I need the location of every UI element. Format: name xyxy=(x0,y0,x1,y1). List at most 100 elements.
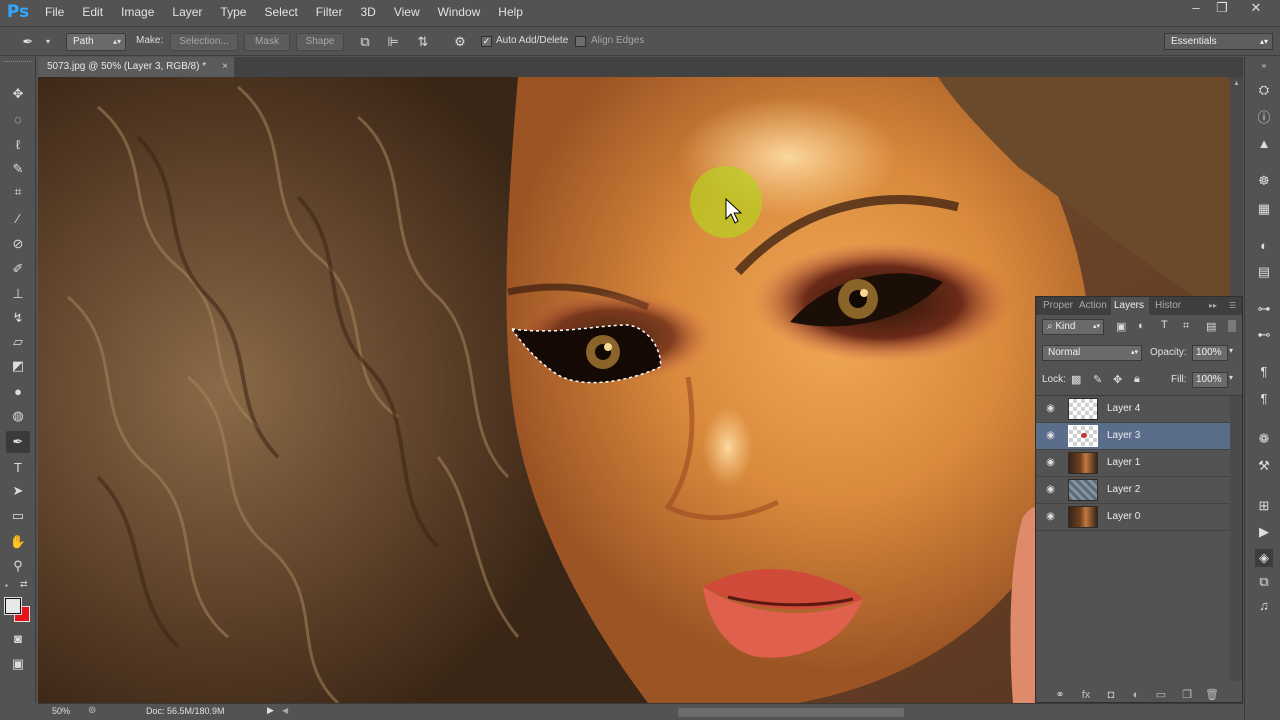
rectangle-tool-icon[interactable]: ▭ xyxy=(6,505,30,527)
lasso-tool-icon[interactable]: ℓ xyxy=(6,133,30,155)
menu-help[interactable]: Help xyxy=(489,0,532,24)
pen-tool-preset-icon[interactable]: ✒ xyxy=(20,34,36,50)
new-group-icon[interactable]: ▭ xyxy=(1153,688,1169,702)
horizontal-scroll-thumb[interactable] xyxy=(678,708,904,717)
paragraph-mark-icon[interactable]: ¶ xyxy=(1255,363,1273,381)
menu-3d[interactable]: 3D xyxy=(351,0,384,24)
channels-panel-icon[interactable]: ⧉ xyxy=(1255,573,1273,591)
paths-panel-icon[interactable]: ♫ xyxy=(1255,597,1273,615)
auto-add-delete-checkbox[interactable]: ✓ xyxy=(481,36,492,47)
menu-window[interactable]: Window xyxy=(429,0,490,24)
fill-input[interactable]: 100% xyxy=(1192,372,1228,388)
crop-tool-icon[interactable]: ⌗ xyxy=(6,181,30,203)
layer-filter-dropdown[interactable]: ⌕ Kind ▴▾ xyxy=(1042,319,1104,335)
path-selection-tool-icon[interactable]: ➤ xyxy=(6,480,30,502)
layer-comps-panel-icon[interactable]: ❁ xyxy=(1255,430,1273,448)
menu-view[interactable]: View xyxy=(385,0,429,24)
gear-icon[interactable]: ⚙ xyxy=(452,34,468,50)
smart-object-filter-icon[interactable]: ▤ xyxy=(1206,320,1216,333)
type-tool-icon[interactable]: T xyxy=(6,456,30,478)
quick-mask-icon[interactable]: ◙ xyxy=(6,627,30,649)
zoom-tool-icon[interactable]: ⚲ xyxy=(6,555,30,577)
info-panel-icon[interactable]: ⓘ xyxy=(1255,109,1273,127)
quick-selection-tool-icon[interactable]: ✎ xyxy=(6,158,30,180)
menu-file[interactable]: File xyxy=(36,0,73,24)
tab-properties[interactable]: Proper xyxy=(1040,297,1076,315)
layer-row-layer-1[interactable]: ◉ Layer 1 xyxy=(1036,450,1230,477)
dodge-tool-icon[interactable]: ◍ xyxy=(6,405,30,427)
brush-tool-icon[interactable]: ✐ xyxy=(6,258,30,280)
eraser-tool-icon[interactable]: ▱ xyxy=(6,331,30,353)
shape-filter-icon[interactable]: ⌗ xyxy=(1183,320,1189,333)
menu-layer[interactable]: Layer xyxy=(163,0,211,24)
lock-all-icon[interactable]: 🔒︎ xyxy=(1134,373,1140,386)
pen-mode-dropdown[interactable]: Path ▴▾ xyxy=(66,33,126,51)
layers-scrollbar[interactable] xyxy=(1230,396,1242,681)
adjustment-filter-icon[interactable]: ◐ xyxy=(1138,320,1145,332)
character-panel-icon[interactable]: ⊶ xyxy=(1255,300,1273,318)
lock-transparent-icon[interactable]: ▩ xyxy=(1071,373,1081,386)
eye-icon[interactable]: ◉ xyxy=(1044,511,1057,523)
layer-row-layer-3[interactable]: ◉ Layer 3 xyxy=(1036,423,1230,450)
align-edges-checkbox[interactable] xyxy=(575,36,586,47)
tab-history[interactable]: Histor xyxy=(1152,297,1184,315)
close-window-button[interactable]: ✕ xyxy=(1242,0,1270,18)
lock-position-icon[interactable]: ✥ xyxy=(1113,373,1122,386)
styles-panel-icon[interactable]: ▤ xyxy=(1255,263,1273,281)
adjustments-panel-icon[interactable]: ◐ xyxy=(1255,237,1273,255)
tool-preset-dropdown-icon[interactable]: ▾ xyxy=(40,34,56,50)
status-menu-arrow-icon[interactable]: ▶ xyxy=(267,705,274,716)
blend-mode-dropdown[interactable]: Normal ▴▾ xyxy=(1042,345,1142,361)
lock-image-icon[interactable]: ✎ xyxy=(1093,373,1102,386)
layer-row-layer-2[interactable]: ◉ Layer 2 xyxy=(1036,477,1230,504)
gradient-tool-icon[interactable]: ◩ xyxy=(6,355,30,377)
swap-colors-icon[interactable]: ⇄ xyxy=(20,579,28,590)
eye-icon[interactable]: ◉ xyxy=(1044,484,1057,496)
eyedropper-tool-icon[interactable]: ⁄ xyxy=(6,207,30,229)
histogram-panel-icon[interactable]: ▲ xyxy=(1255,135,1273,153)
layers-panel-icon[interactable]: ◈ xyxy=(1255,549,1273,567)
tool-presets-panel-icon[interactable]: ⚒ xyxy=(1255,457,1273,475)
make-selection-button[interactable]: Selection... xyxy=(170,33,238,51)
path-arrangement-icon[interactable]: ⇅ xyxy=(415,34,431,50)
menu-image[interactable]: Image xyxy=(112,0,163,24)
screen-mode-icon[interactable]: ▣ xyxy=(6,653,30,675)
minimize-button[interactable]: – xyxy=(1182,0,1210,18)
history-brush-tool-icon[interactable]: ↯ xyxy=(6,307,30,329)
make-mask-button[interactable]: Mask xyxy=(244,33,290,51)
move-tool-icon[interactable]: ✥ xyxy=(6,83,30,105)
eye-icon[interactable]: ◉ xyxy=(1044,430,1057,442)
menu-select[interactable]: Select xyxy=(255,0,306,24)
path-alignment-icon[interactable]: ⊫ xyxy=(385,34,401,50)
hand-tool-icon[interactable]: ✋ xyxy=(6,531,30,553)
eye-icon[interactable]: ◉ xyxy=(1044,403,1057,415)
pilcrow-panel-icon[interactable]: ¶ xyxy=(1255,390,1273,408)
path-operations-icon[interactable]: ⧉ xyxy=(357,34,373,50)
layer-row-layer-0[interactable]: ◉ Layer 0 xyxy=(1036,504,1230,531)
clone-source-panel-icon[interactable]: ⊞ xyxy=(1255,497,1273,515)
filter-toggle-switch[interactable] xyxy=(1228,320,1236,332)
blur-tool-icon[interactable]: ● xyxy=(6,380,30,402)
close-tab-icon[interactable]: × xyxy=(222,57,228,77)
make-shape-button[interactable]: Shape xyxy=(296,33,344,51)
scroll-up-icon[interactable]: ▲ xyxy=(1233,80,1240,87)
menu-type[interactable]: Type xyxy=(211,0,255,24)
new-layer-icon[interactable]: ❐ xyxy=(1179,688,1195,702)
collapse-panel-icon[interactable]: ▸▸ xyxy=(1206,297,1220,315)
actions-play-icon[interactable]: ▶ xyxy=(1255,523,1273,541)
opacity-input[interactable]: 100% xyxy=(1192,345,1228,361)
foreground-color-swatch[interactable] xyxy=(4,597,22,615)
healing-brush-tool-icon[interactable]: ⊘ xyxy=(6,233,30,255)
pen-tool-icon[interactable]: ✒ xyxy=(6,431,30,453)
add-mask-icon[interactable]: ◘ xyxy=(1103,688,1119,702)
eye-icon[interactable]: ◉ xyxy=(1044,457,1057,469)
layer-row-layer-4[interactable]: ◉ Layer 4 xyxy=(1036,396,1230,423)
zoom-level[interactable]: 50% xyxy=(52,706,70,716)
opacity-dropdown-icon[interactable]: ▾ xyxy=(1229,346,1233,355)
tab-layers[interactable]: Layers xyxy=(1111,297,1149,315)
workspace-dropdown[interactable]: Essentials ▴▾ xyxy=(1164,33,1273,50)
pixel-filter-icon[interactable]: ▣ xyxy=(1116,320,1126,333)
history-panel-icon[interactable]: ⛭ xyxy=(1255,81,1273,99)
marquee-tool-icon[interactable]: ◌ xyxy=(6,108,30,130)
default-colors-icon[interactable]: ▪ xyxy=(5,581,8,590)
